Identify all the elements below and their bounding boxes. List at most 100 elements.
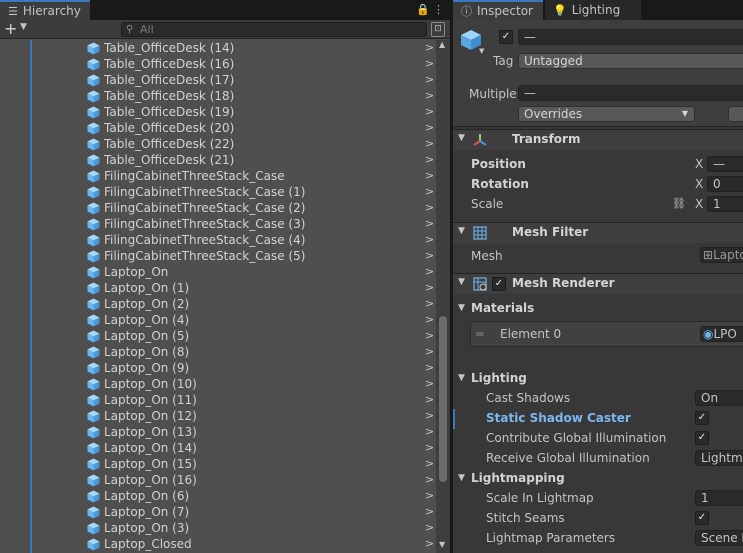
hierarchy-row[interactable]: Table_OfficeDesk (21) > bbox=[0, 152, 436, 168]
hierarchy-row[interactable]: Table_OfficeDesk (18) > bbox=[0, 88, 436, 104]
collapse-triangle-icon[interactable]: ▼ bbox=[458, 226, 465, 236]
collapse-triangle-icon[interactable]: ▼ bbox=[458, 277, 465, 287]
tab-hierarchy[interactable]: ☰ Hierarchy bbox=[0, 0, 90, 20]
chevron-down-icon[interactable]: ▼ bbox=[20, 22, 27, 32]
hierarchy-row[interactable]: Laptop_On (11) > bbox=[0, 392, 436, 408]
prefab-field[interactable]: — bbox=[518, 85, 743, 101]
chevron-right-icon[interactable]: > bbox=[425, 408, 434, 424]
hierarchy-scrollbar[interactable]: ▲ ▼ bbox=[436, 40, 450, 553]
chevron-right-icon[interactable]: > bbox=[425, 472, 434, 488]
name-field[interactable]: — bbox=[518, 29, 743, 45]
chevron-right-icon[interactable]: > bbox=[425, 152, 434, 168]
chevron-right-icon[interactable]: > bbox=[425, 328, 434, 344]
hierarchy-row[interactable]: Laptop_Closed > bbox=[0, 536, 436, 552]
scrollbar-thumb[interactable] bbox=[439, 316, 447, 482]
chevron-right-icon[interactable]: > bbox=[425, 504, 434, 520]
hierarchy-row[interactable]: Laptop_On (9) > bbox=[0, 360, 436, 376]
hierarchy-row[interactable]: Table_OfficeDesk (14) > bbox=[0, 40, 436, 56]
scale-x-field[interactable]: 1 bbox=[707, 196, 743, 212]
chevron-right-icon[interactable]: > bbox=[425, 344, 434, 360]
static-shadow-caster-checkbox[interactable]: ✓ bbox=[695, 411, 709, 425]
mesh-filter-header[interactable]: ▼ Mesh Filter bbox=[453, 222, 743, 243]
hierarchy-row[interactable]: Laptop_On (6) > bbox=[0, 488, 436, 504]
chevron-right-icon[interactable]: > bbox=[425, 88, 434, 104]
chevron-right-icon[interactable]: > bbox=[425, 424, 434, 440]
hierarchy-row[interactable]: Laptop_On (12) > bbox=[0, 408, 436, 424]
collapse-triangle-icon[interactable]: ▼ bbox=[458, 303, 465, 313]
link-scale-icon[interactable]: ⛓ bbox=[672, 196, 686, 212]
hierarchy-row[interactable]: Table_OfficeDesk (19) > bbox=[0, 104, 436, 120]
mesh-field[interactable]: ⊞Lapto bbox=[700, 247, 743, 263]
hierarchy-row[interactable]: FilingCabinetThreeStack_Case (4) > bbox=[0, 232, 436, 248]
receive-gi-dropdown[interactable]: Lightma bbox=[695, 450, 743, 466]
hierarchy-row[interactable]: Table_OfficeDesk (20) > bbox=[0, 120, 436, 136]
tab-inspector[interactable]: ⓘ Inspector bbox=[453, 0, 543, 20]
transform-header[interactable]: ▼ Transform bbox=[453, 129, 743, 150]
hierarchy-row[interactable]: Laptop_On (15) > bbox=[0, 456, 436, 472]
cast-shadows-dropdown[interactable]: On bbox=[695, 390, 743, 406]
mesh-renderer-header[interactable]: ▼ ✓ Mesh Renderer bbox=[453, 273, 743, 294]
hierarchy-row[interactable]: Laptop_On (10) > bbox=[0, 376, 436, 392]
collapse-triangle-icon[interactable]: ▼ bbox=[458, 133, 465, 143]
hierarchy-row[interactable]: FilingCabinetThreeStack_Case > bbox=[0, 168, 436, 184]
chevron-right-icon[interactable]: > bbox=[425, 168, 434, 184]
chevron-right-icon[interactable]: > bbox=[425, 184, 434, 200]
hierarchy-row[interactable]: FilingCabinetThreeStack_Case (5) > bbox=[0, 248, 436, 264]
contribute-gi-checkbox[interactable]: ✓ bbox=[695, 431, 709, 445]
stitch-seams-checkbox[interactable]: ✓ bbox=[695, 511, 709, 525]
tab-lighting[interactable]: 💡 Lighting bbox=[545, 0, 641, 20]
search-filter-button[interactable]: ⊡ bbox=[431, 22, 445, 37]
hierarchy-row[interactable]: FilingCabinetThreeStack_Case (2) > bbox=[0, 200, 436, 216]
hierarchy-row[interactable]: Laptop_On (13) > bbox=[0, 424, 436, 440]
chevron-right-icon[interactable]: > bbox=[425, 520, 434, 536]
hierarchy-row[interactable]: Table_OfficeDesk (16) > bbox=[0, 56, 436, 72]
hierarchy-row[interactable]: Laptop_On (4) > bbox=[0, 312, 436, 328]
hierarchy-row[interactable]: Table_OfficeDesk (22) > bbox=[0, 136, 436, 152]
prefab-select-button[interactable] bbox=[728, 106, 743, 122]
chevron-right-icon[interactable]: > bbox=[425, 280, 434, 296]
chevron-right-icon[interactable]: > bbox=[425, 136, 434, 152]
chevron-right-icon[interactable]: > bbox=[425, 488, 434, 504]
element-0-field[interactable]: ◉LPO bbox=[700, 326, 743, 342]
hierarchy-row[interactable]: Laptop_On > bbox=[0, 264, 436, 280]
kebab-menu-icon[interactable]: ⋮ bbox=[433, 3, 444, 16]
mesh-renderer-enabled-checkbox[interactable]: ✓ bbox=[492, 277, 506, 291]
add-button[interactable]: + bbox=[4, 20, 17, 38]
hierarchy-row[interactable]: Laptop_On (5) > bbox=[0, 328, 436, 344]
chevron-right-icon[interactable]: > bbox=[425, 392, 434, 408]
chevron-right-icon[interactable]: > bbox=[425, 440, 434, 456]
lightmap-parameters-dropdown[interactable]: Scene D bbox=[695, 530, 743, 546]
active-checkbox[interactable]: ✓ bbox=[499, 30, 513, 44]
chevron-right-icon[interactable]: > bbox=[425, 376, 434, 392]
tag-dropdown[interactable]: Untagged bbox=[518, 53, 743, 69]
chevron-right-icon[interactable]: > bbox=[425, 360, 434, 376]
chevron-right-icon[interactable]: > bbox=[425, 72, 434, 88]
chevron-right-icon[interactable]: > bbox=[425, 120, 434, 136]
rotation-x-field[interactable]: 0 bbox=[707, 176, 743, 192]
chevron-right-icon[interactable]: > bbox=[425, 40, 434, 56]
chevron-down-icon[interactable]: ▼ bbox=[479, 47, 484, 55]
lock-icon[interactable]: 🔒 bbox=[416, 3, 430, 16]
chevron-right-icon[interactable]: > bbox=[425, 56, 434, 72]
chevron-right-icon[interactable]: > bbox=[425, 312, 434, 328]
position-x-field[interactable]: — bbox=[707, 156, 743, 172]
hierarchy-row[interactable]: FilingCabinetThreeStack_Case (3) > bbox=[0, 216, 436, 232]
hierarchy-row[interactable]: Laptop_On (2) > bbox=[0, 296, 436, 312]
chevron-right-icon[interactable]: > bbox=[425, 232, 434, 248]
hierarchy-row[interactable]: Laptop_On (3) > bbox=[0, 520, 436, 536]
chevron-right-icon[interactable]: > bbox=[425, 264, 434, 280]
search-input[interactable]: ⚲ All bbox=[121, 22, 427, 37]
hierarchy-row[interactable]: Laptop_On (14) > bbox=[0, 440, 436, 456]
hierarchy-row[interactable]: Laptop_On (1) > bbox=[0, 280, 436, 296]
chevron-right-icon[interactable]: > bbox=[425, 456, 434, 472]
collapse-triangle-icon[interactable]: ▼ bbox=[458, 373, 465, 383]
hierarchy-row[interactable]: Laptop_On (7) > bbox=[0, 504, 436, 520]
chevron-right-icon[interactable]: > bbox=[425, 216, 434, 232]
scroll-up-icon[interactable]: ▲ bbox=[439, 40, 445, 49]
chevron-right-icon[interactable]: > bbox=[425, 104, 434, 120]
overrides-dropdown[interactable]: Overrides ▼ bbox=[518, 106, 695, 122]
hierarchy-row[interactable]: Laptop_On (8) > bbox=[0, 344, 436, 360]
chevron-right-icon[interactable]: > bbox=[425, 248, 434, 264]
hierarchy-row[interactable]: Laptop_On (16) > bbox=[0, 472, 436, 488]
scroll-down-icon[interactable]: ▼ bbox=[439, 540, 445, 549]
